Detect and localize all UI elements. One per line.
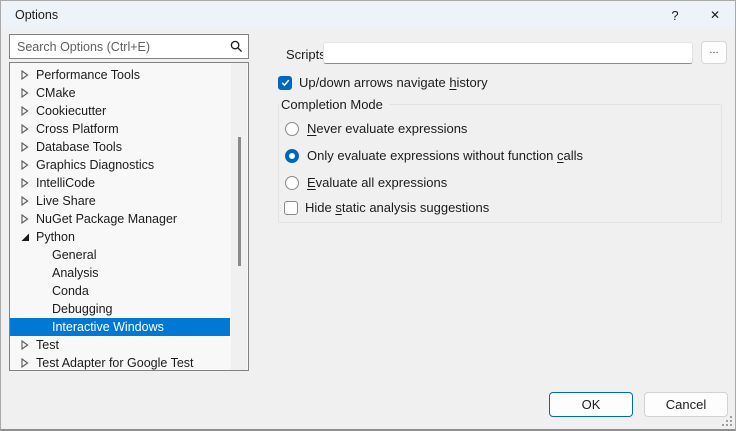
tree-item-label: Python <box>35 230 75 244</box>
expander-placeholder <box>36 250 46 260</box>
tree-item-label: CMake <box>35 86 76 100</box>
tree-item-label: Live Share <box>35 194 96 208</box>
radio-label: Only evaluate expressions without functi… <box>307 148 583 163</box>
tree-item-cmake[interactable]: CMake <box>10 84 230 102</box>
tree-item-test-adapter-for-google-test[interactable]: Test Adapter for Google Test <box>10 354 230 371</box>
radio-label: Never evaluate expressions <box>307 121 467 136</box>
updown-history-checkbox[interactable]: Up/down arrows navigate history <box>278 75 488 90</box>
tree-item-label: Test Adapter for Google Test <box>35 356 194 370</box>
hide-static-analysis-checkbox[interactable]: Hide static analysis suggestions <box>284 200 489 215</box>
help-button[interactable]: ? <box>655 1 695 29</box>
ok-button[interactable]: OK <box>549 392 633 417</box>
tree-item-label: Conda <box>51 284 89 298</box>
tree-item-label: Test <box>35 338 59 352</box>
tree-item-label: Analysis <box>51 266 99 280</box>
tree-item-test[interactable]: Test <box>10 336 230 354</box>
tree-item-label: Performance Tools <box>35 68 140 82</box>
cancel-button[interactable]: Cancel <box>644 392 728 417</box>
tree-item-label: NuGet Package Manager <box>35 212 177 226</box>
radio-only-evaluate-expressions-without-functi[interactable]: Only evaluate expressions without functi… <box>285 148 583 163</box>
tree-item-label: Cross Platform <box>35 122 119 136</box>
tree-item-performance-tools[interactable]: Performance Tools <box>10 66 230 84</box>
options-dialog: Options ? ✕ Performance Tools CMake Cookie… <box>0 0 736 431</box>
chevron-right-icon[interactable] <box>20 124 30 134</box>
tree-item-interactive-windows[interactable]: Interactive Windows <box>10 318 230 336</box>
tree-item-nuget-package-manager[interactable]: NuGet Package Manager <box>10 210 230 228</box>
expander-placeholder <box>36 304 46 314</box>
tree-item-label: IntelliCode <box>35 176 95 190</box>
tree-item-python[interactable]: Python <box>10 228 230 246</box>
search-input[interactable] <box>10 40 224 54</box>
tree-item-live-share[interactable]: Live Share <box>10 192 230 210</box>
chevron-right-icon[interactable] <box>20 214 30 224</box>
resize-grip[interactable] <box>722 416 732 426</box>
options-tree: Performance Tools CMake Cookiecutter Cross … <box>9 62 249 371</box>
radio-label: Evaluate all expressions <box>307 175 447 190</box>
tree-scrollbar-track[interactable] <box>231 63 247 370</box>
chevron-right-icon[interactable] <box>20 88 30 98</box>
chevron-right-icon[interactable] <box>20 178 30 188</box>
hide-static-analysis-label: Hide static analysis suggestions <box>305 200 489 215</box>
radio-icon <box>285 122 299 136</box>
chevron-right-icon[interactable] <box>20 340 30 350</box>
tree-item-label: Database Tools <box>35 140 122 154</box>
tree-item-intellicode[interactable]: IntelliCode <box>10 174 230 192</box>
radio-icon <box>285 149 299 163</box>
tree-item-label: Cookiecutter <box>35 104 106 118</box>
chevron-right-icon[interactable] <box>20 358 30 368</box>
tree-item-cookiecutter[interactable]: Cookiecutter <box>10 102 230 120</box>
scripts-input[interactable] <box>323 42 693 64</box>
radio-evaluate-all-expressions[interactable]: Evaluate all expressions <box>285 175 447 190</box>
browse-button[interactable]: ... <box>701 41 727 64</box>
help-icon: ? <box>671 8 678 23</box>
expander-placeholder <box>36 322 46 332</box>
titlebar-buttons: ? ✕ <box>655 1 735 29</box>
tree-item-label: Interactive Windows <box>51 320 164 334</box>
triangle-expanded-icon[interactable] <box>20 232 30 242</box>
expander-placeholder <box>36 268 46 278</box>
completion-mode-title: Completion Mode <box>279 97 389 112</box>
chevron-right-icon[interactable] <box>20 106 30 116</box>
expander-placeholder <box>36 286 46 296</box>
chevron-right-icon[interactable] <box>20 70 30 80</box>
tree-item-general[interactable]: General <box>10 246 230 264</box>
search-box <box>9 34 249 59</box>
window-title: Options <box>15 8 58 22</box>
close-icon: ✕ <box>710 8 720 22</box>
radio-icon <box>285 176 299 190</box>
chevron-right-icon[interactable] <box>20 160 30 170</box>
tree-item-debugging[interactable]: Debugging <box>10 300 230 318</box>
tree-item-analysis[interactable]: Analysis <box>10 264 230 282</box>
tree-item-conda[interactable]: Conda <box>10 282 230 300</box>
search-icon[interactable] <box>224 40 248 53</box>
chevron-right-icon[interactable] <box>20 142 30 152</box>
tree-item-label: Debugging <box>51 302 112 316</box>
tree-scrollbar-thumb[interactable] <box>238 137 241 266</box>
radio-never-evaluate-expressions[interactable]: Never evaluate expressions <box>285 121 467 136</box>
tree-item-cross-platform[interactable]: Cross Platform <box>10 120 230 138</box>
checkbox-icon <box>278 76 292 90</box>
close-button[interactable]: ✕ <box>695 1 735 29</box>
updown-history-label: Up/down arrows navigate history <box>299 75 488 90</box>
titlebar: Options ? ✕ <box>1 1 735 29</box>
tree-item-label: General <box>51 248 96 262</box>
checkbox-icon <box>284 201 298 215</box>
tree-item-database-tools[interactable]: Database Tools <box>10 138 230 156</box>
chevron-right-icon[interactable] <box>20 196 30 206</box>
tree-item-label: Graphics Diagnostics <box>35 158 154 172</box>
tree-item-graphics-diagnostics[interactable]: Graphics Diagnostics <box>10 156 230 174</box>
